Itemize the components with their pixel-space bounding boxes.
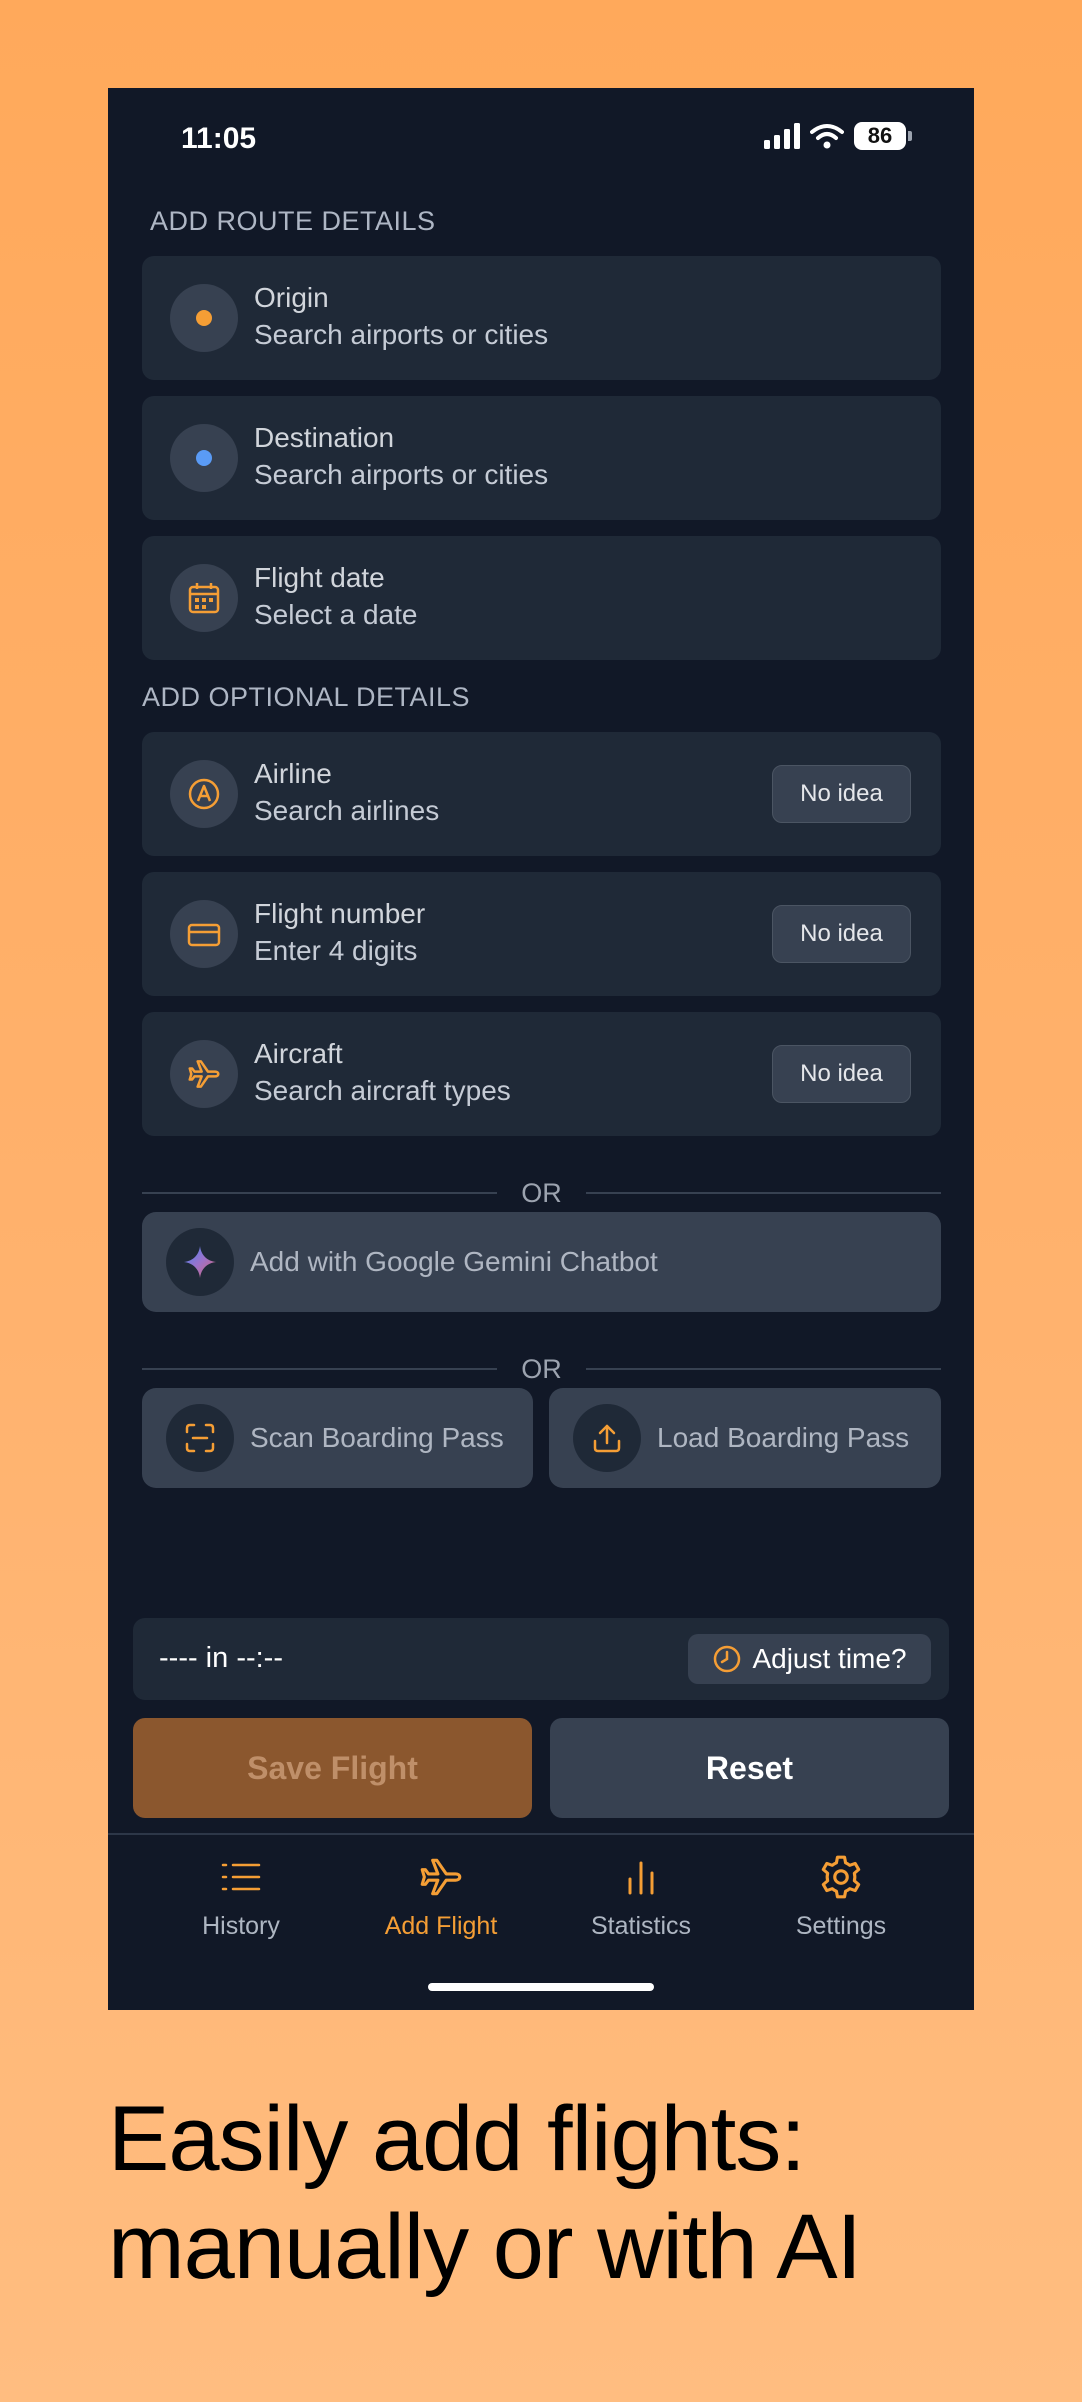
aircraft-field[interactable]: Aircraft Search aircraft types No idea (142, 1012, 941, 1136)
flight-time-bar: ---- in --:-- Adjust time? (133, 1618, 949, 1700)
gemini-button-label: Add with Google Gemini Chatbot (250, 1246, 658, 1277)
flight-date-field[interactable]: Flight date Select a date (142, 536, 941, 660)
status-bar: 11:05 86 (108, 88, 974, 198)
plane-icon (170, 1040, 238, 1108)
wifi-icon (810, 124, 844, 149)
flight-date-placeholder: Select a date (254, 599, 418, 630)
bottom-nav: History Add Flight Statistics Settings (108, 1834, 974, 1964)
load-boarding-pass-button[interactable]: Load Boarding Pass (549, 1388, 941, 1488)
section-route-label: ADD ROUTE DETAILS (150, 206, 436, 236)
list-icon (216, 1852, 266, 1902)
blue-dot-icon (170, 424, 238, 492)
flight-duration-text: ---- in --:-- (159, 1642, 284, 1674)
airline-icon (170, 760, 238, 828)
promo-caption: Easily add flights: manually or with AI (108, 2085, 1008, 2301)
orange-dot-icon (170, 284, 238, 352)
gear-icon (816, 1852, 866, 1902)
signal-icon (764, 123, 800, 149)
clock-icon (714, 1645, 741, 1673)
nav-add-flight[interactable]: Add Flight (341, 1834, 541, 1964)
flight-number-placeholder: Enter 4 digits (254, 935, 418, 966)
gemini-sparkle-icon (166, 1228, 234, 1296)
status-time: 11:05 (181, 122, 257, 155)
destination-placeholder: Search airports or cities (254, 459, 549, 490)
flight-date-title: Flight date (254, 562, 385, 593)
flight-number-no-idea-button[interactable]: No idea (772, 905, 911, 963)
airline-title: Airline (254, 758, 332, 789)
destination-title: Destination (254, 422, 395, 453)
bar-chart-icon (616, 1852, 666, 1902)
airline-placeholder: Search airlines (254, 795, 440, 826)
section-optional-label: ADD OPTIONAL DETAILS (142, 682, 471, 712)
calendar-icon (170, 564, 238, 632)
nav-history[interactable]: History (141, 1834, 341, 1964)
divider-line (585, 1368, 941, 1370)
caption-line-1: Easily add flights: (108, 2088, 806, 2190)
origin-title: Origin (254, 282, 329, 313)
scan-boarding-pass-button[interactable]: Scan Boarding Pass (142, 1388, 533, 1488)
scan-button-label: Scan Boarding Pass (250, 1422, 504, 1453)
home-indicator[interactable] (428, 1983, 654, 1991)
card-icon (170, 900, 238, 968)
save-flight-button[interactable]: Save Flight (133, 1718, 532, 1818)
nav-statistics-label: Statistics (590, 1912, 692, 1940)
airline-no-idea-button[interactable]: No idea (772, 765, 911, 823)
origin-field[interactable]: Origin Search airports or cities (142, 256, 941, 380)
status-icons: 86 (764, 122, 912, 150)
or-divider: OR (142, 1349, 941, 1389)
adjust-time-label: Adjust time? (752, 1643, 907, 1674)
divider-line (142, 1192, 498, 1194)
plane-icon (416, 1852, 466, 1902)
battery-indicator: 86 (854, 122, 912, 150)
adjust-time-button[interactable]: Adjust time? (688, 1634, 931, 1684)
nav-history-label: History (202, 1912, 280, 1940)
or-label: OR (521, 1177, 562, 1208)
upload-icon (573, 1404, 641, 1472)
flight-number-title: Flight number (254, 898, 426, 929)
gemini-chatbot-button[interactable]: Add with Google Gemini Chatbot (142, 1212, 941, 1312)
nav-settings-label: Settings (795, 1912, 887, 1940)
divider-line (585, 1192, 941, 1194)
flight-number-field[interactable]: Flight number Enter 4 digits No idea (142, 872, 941, 996)
caption-line-2: manually or with AI (108, 2196, 862, 2298)
nav-add-flight-label: Add Flight (384, 1912, 498, 1940)
aircraft-title: Aircraft (254, 1038, 343, 1069)
destination-field[interactable]: Destination Search airports or cities (142, 396, 941, 520)
airline-field[interactable]: Airline Search airlines No idea (142, 732, 941, 856)
or-label: OR (521, 1353, 562, 1384)
reset-button[interactable]: Reset (550, 1718, 949, 1818)
nav-statistics[interactable]: Statistics (541, 1834, 741, 1964)
aircraft-placeholder: Search aircraft types (254, 1075, 511, 1106)
aircraft-no-idea-button[interactable]: No idea (772, 1045, 911, 1103)
nav-settings[interactable]: Settings (741, 1834, 941, 1964)
phone-screen: 11:05 86 ADD ROUTE DETAILS Origin Search… (108, 88, 974, 2010)
scan-icon (166, 1404, 234, 1472)
load-button-label: Load Boarding Pass (657, 1422, 910, 1453)
divider-line (142, 1368, 498, 1370)
or-divider: OR (142, 1173, 941, 1213)
origin-placeholder: Search airports or cities (254, 319, 549, 350)
